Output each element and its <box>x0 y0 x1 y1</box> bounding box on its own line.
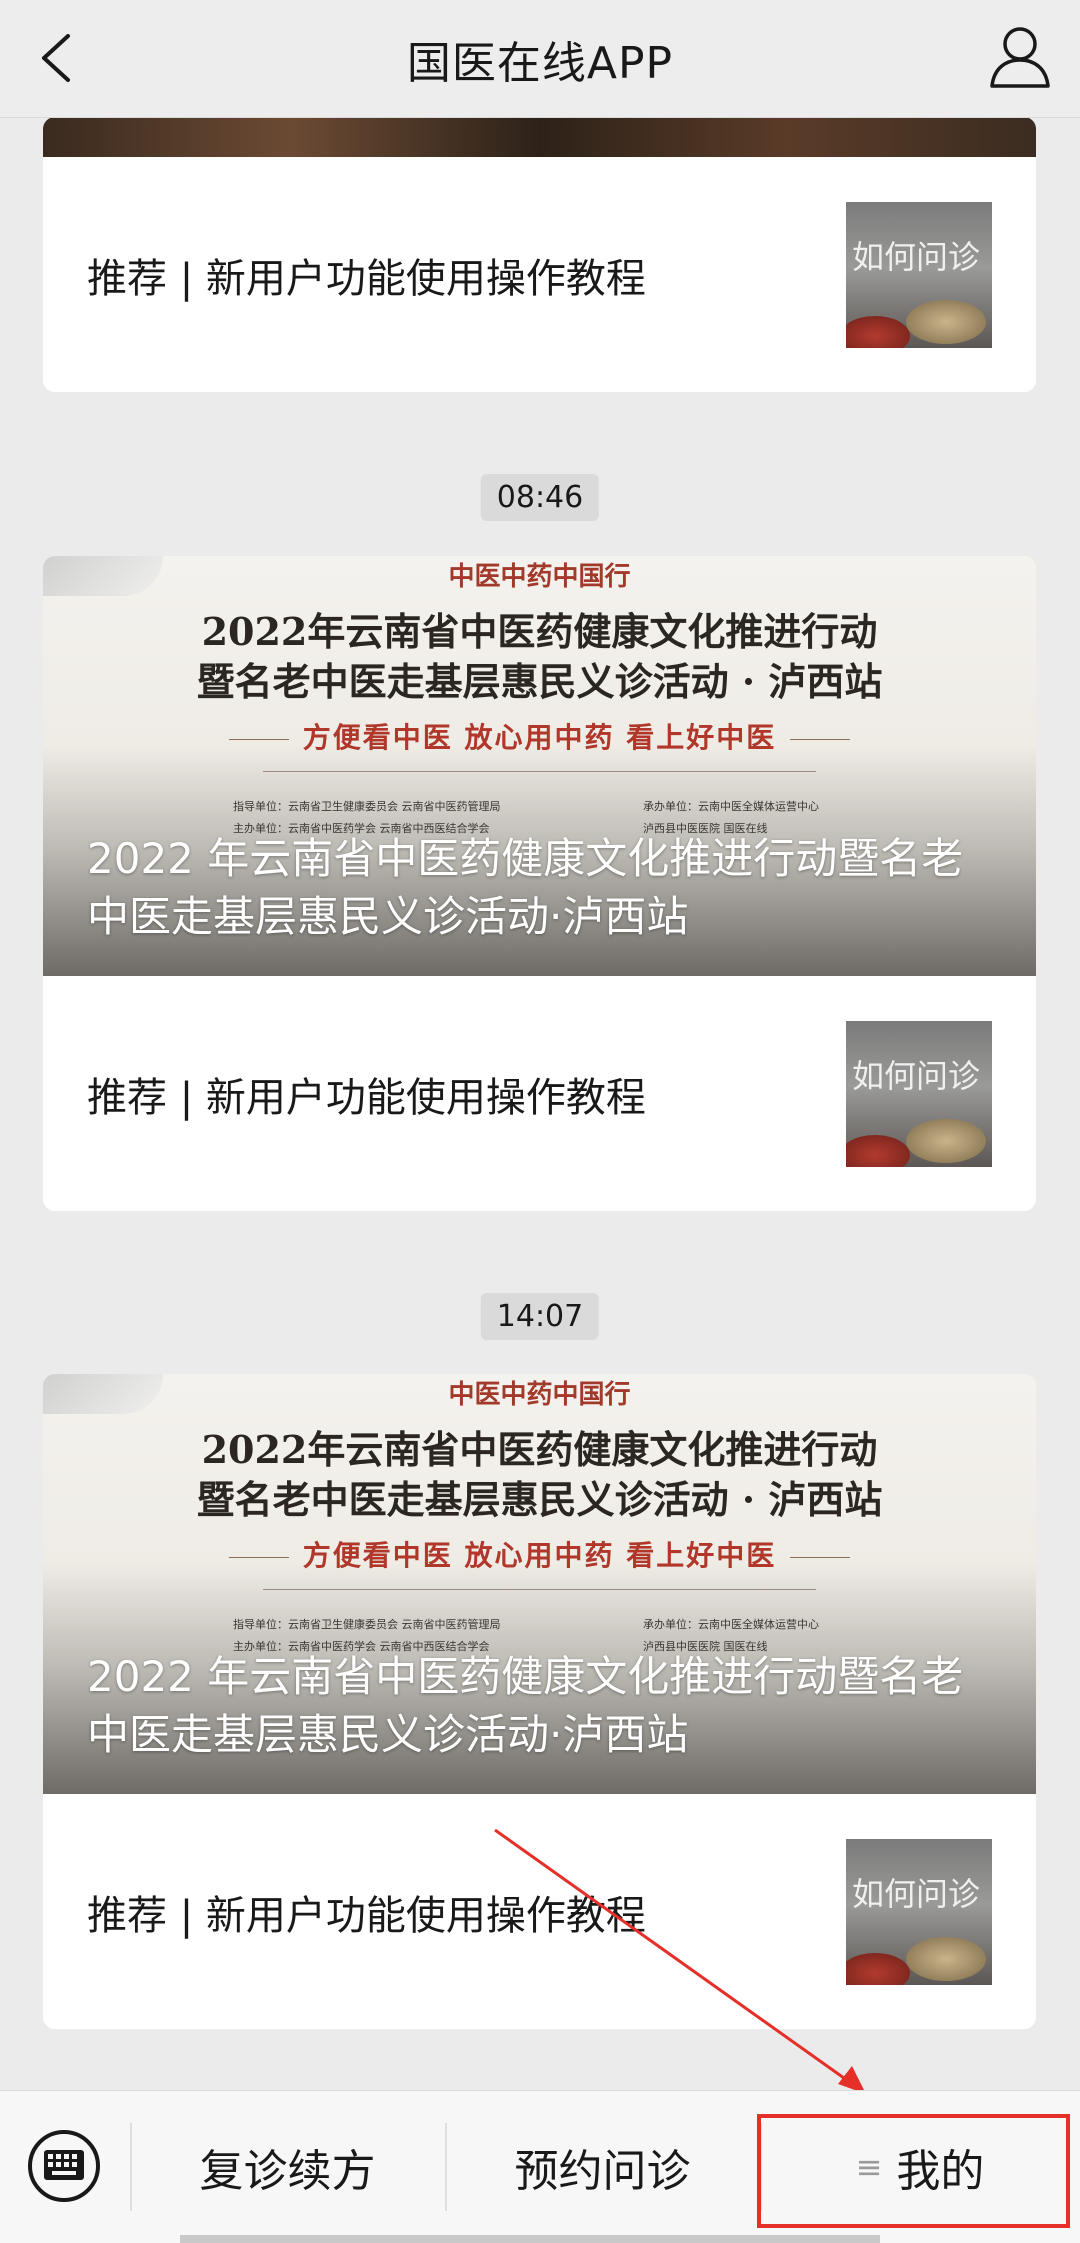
keyboard-icon[interactable] <box>26 2128 102 2204</box>
menu-item-label: 预约问诊 <box>514 2146 691 2197</box>
page-title: 国医在线APP <box>406 37 674 89</box>
menu-item-appointment[interactable]: 预约问诊 <box>445 2091 760 2243</box>
profile-icon[interactable] <box>988 22 1052 92</box>
back-arrow-icon[interactable] <box>30 28 90 88</box>
annotation-arrow <box>494 1828 864 2090</box>
menu-item-mine[interactable]: ≡ 我的 <box>760 2091 1080 2243</box>
app-header: 国医在线APP <box>0 0 1080 118</box>
menu-item-label: 复诊续方 <box>199 2146 376 2197</box>
menu-item-revisit-prescription[interactable]: 复诊续方 <box>130 2091 445 2243</box>
menu-item-label: 我的 <box>896 2146 985 2197</box>
submenu-icon: ≡ <box>855 2148 883 2186</box>
bottom-menu-bar: 复诊续方 预约问诊 ≡ 我的 <box>0 2090 1080 2243</box>
message-feed[interactable]: 推荐 | 新用户功能使用操作教程 如何问诊 08:46 中医中药中国行 2022… <box>0 0 1080 2090</box>
